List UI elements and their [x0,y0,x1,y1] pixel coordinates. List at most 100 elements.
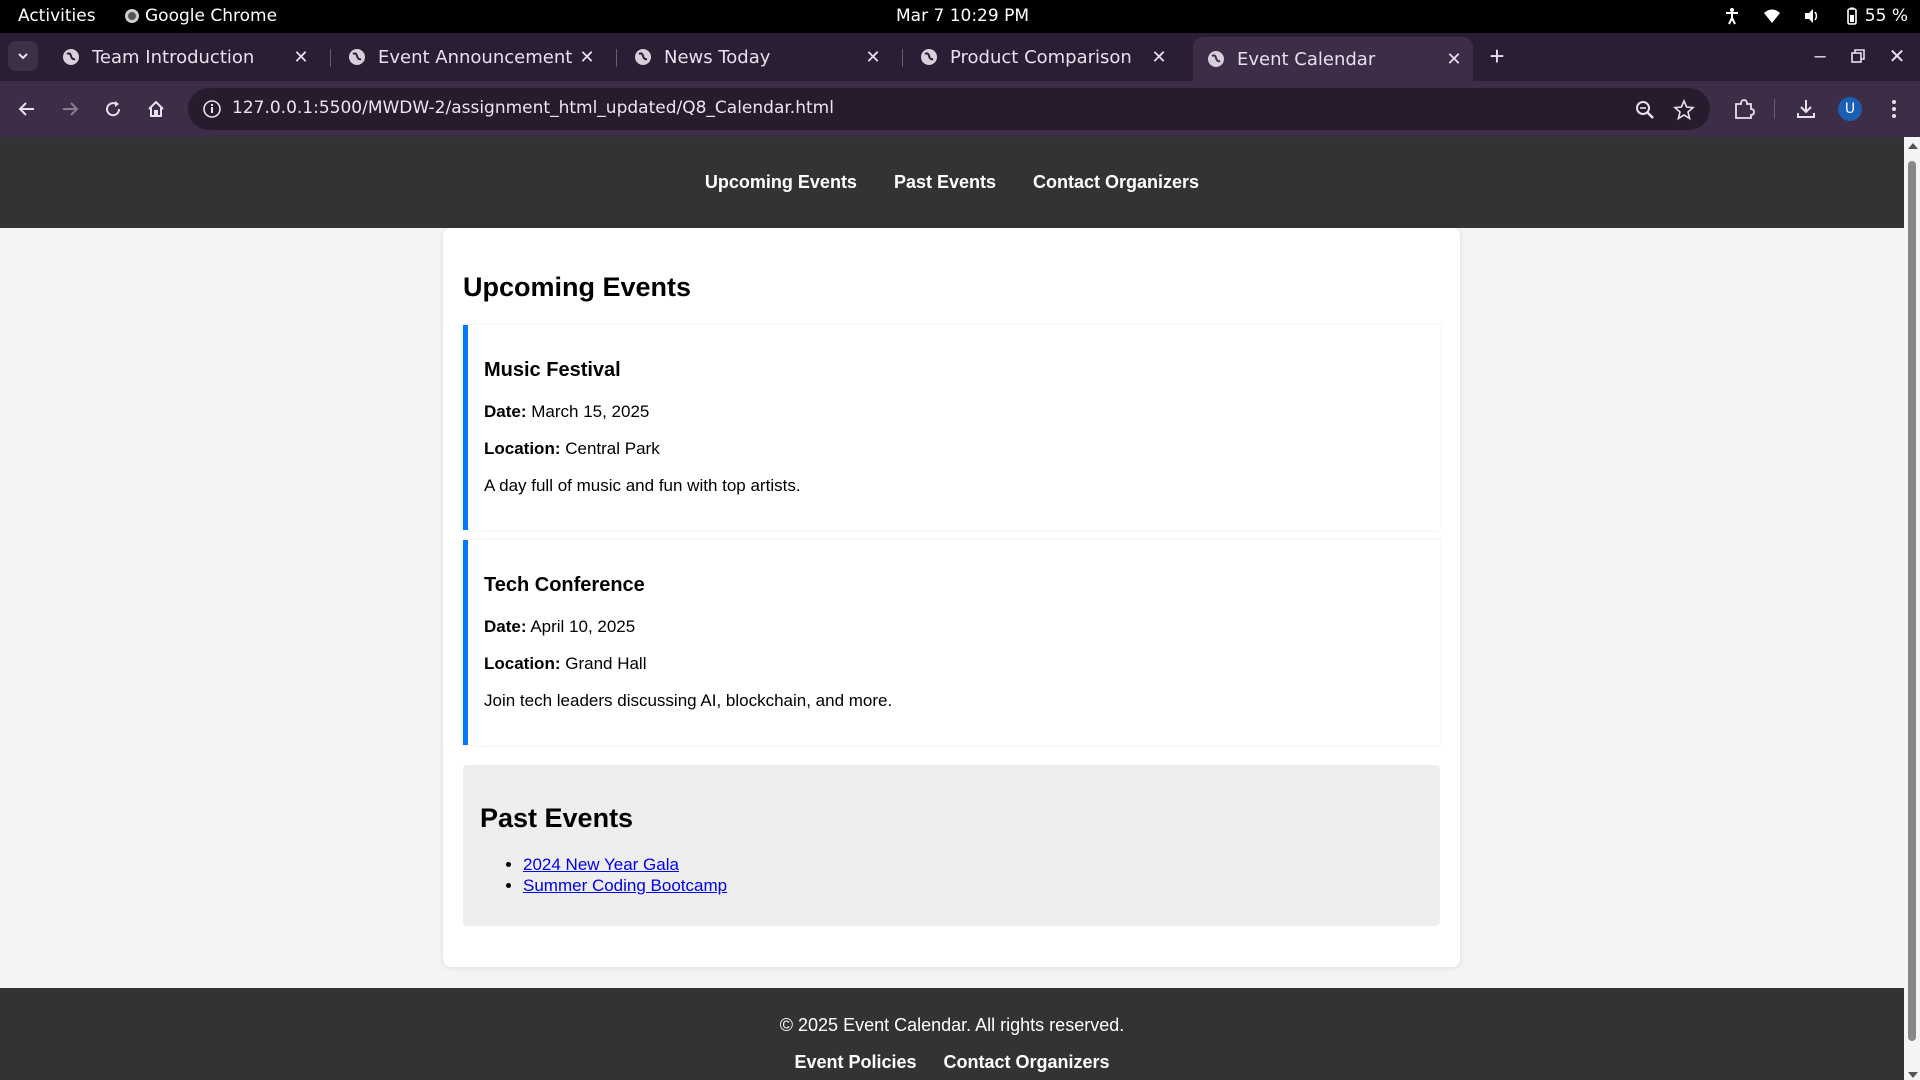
footer-link-event-policies[interactable]: Event Policies [794,1052,916,1073]
page-viewport: Upcoming Events Past Events Contact Orga… [0,137,1904,1080]
tab-event-announcement[interactable]: Event Announcement ✕ [334,37,606,77]
close-tab-icon[interactable]: ✕ [576,46,598,68]
date-label: Date: [484,402,527,421]
globe-icon [635,49,651,65]
event-card: Music Festival Date: March 15, 2025 Loca… [463,325,1440,530]
system-tray[interactable]: 55 % [1723,6,1908,26]
battery-icon [1846,7,1857,25]
reload-icon [106,101,121,117]
site-header-nav: Upcoming Events Past Events Contact Orga… [0,137,1904,228]
tab-label: News Today [664,46,771,68]
back-button[interactable] [12,94,42,124]
tab-team-introduction[interactable]: Team Introduction ✕ [48,37,320,77]
tab-event-calendar[interactable]: Event Calendar ✕ [1193,37,1473,81]
close-tab-icon[interactable]: ✕ [290,46,312,68]
past-event-link[interactable]: Summer Coding Bootcamp [523,876,727,895]
event-location: Location: Grand Hall [484,654,1424,674]
url-text[interactable]: 127.0.0.1:5500/MWDW-2/assignment_html_up… [232,98,834,118]
footer-links: Event Policies Contact Organizers [0,1052,1904,1073]
nav-link-past-events[interactable]: Past Events [894,172,996,193]
footer-link-contact-organizers[interactable]: Contact Organizers [944,1052,1110,1073]
system-top-bar: Activities Google Chrome Mar 7 10:29 PM … [0,0,1920,33]
scroll-up-arrow-icon[interactable] [1908,143,1918,149]
profile-avatar[interactable]: U [1838,97,1862,121]
volume-icon [1804,9,1818,23]
info-icon[interactable] [202,99,222,119]
wifi-icon [1763,9,1780,23]
tab-product-comparison[interactable]: Product Comparison ✕ [906,37,1178,77]
browser-toolbar: 127.0.0.1:5500/MWDW-2/assignment_html_up… [0,81,1920,137]
tab-label: Product Comparison [950,46,1132,68]
scroll-down-arrow-icon[interactable] [1908,1072,1918,1078]
tab-label: Event Announcement [378,46,573,68]
close-window-button[interactable]: ✕ [1884,43,1910,69]
globe-icon [349,49,365,65]
list-item: 2024 New Year Gala [523,854,1423,875]
chrome-menu-button[interactable] [1881,96,1907,122]
new-tab-button[interactable]: + [1482,41,1512,71]
downloads-button[interactable] [1793,96,1819,122]
tab-label: Team Introduction [92,46,255,68]
event-date: Date: March 15, 2025 [484,402,1424,422]
restore-icon [1851,49,1865,63]
tab-news-today[interactable]: News Today ✕ [620,37,892,77]
reload-button[interactable] [98,94,128,124]
date-label: Date: [484,617,527,636]
globe-icon [921,49,937,65]
download-icon [1797,100,1815,118]
minimize-button[interactable]: – [1807,43,1833,69]
event-location: Location: Central Park [484,439,1424,459]
extensions-button[interactable] [1731,96,1757,122]
clock[interactable]: Mar 7 10:29 PM [896,6,1029,26]
event-title: Music Festival [484,359,621,381]
tab-divider [902,49,903,67]
tab-search-button[interactable] [8,41,38,71]
page-scrollbar[interactable] [1904,137,1920,1080]
copyright-text: © 2025 Event Calendar. All rights reserv… [779,1015,1125,1035]
list-item: Summer Coding Bootcamp [523,875,1423,896]
close-tab-icon[interactable]: ✕ [1443,48,1465,70]
event-title: Tech Conference [484,574,645,596]
upcoming-events-heading: Upcoming Events [463,272,692,302]
nav-link-upcoming-events[interactable]: Upcoming Events [705,172,857,193]
address-bar[interactable]: 127.0.0.1:5500/MWDW-2/assignment_html_up… [188,88,1710,130]
location-label: Location: [484,654,561,673]
activities-button[interactable]: Activities [18,6,96,26]
tab-divider [616,49,617,67]
more-vert-icon [1892,100,1896,118]
globe-icon [63,49,79,65]
close-tab-icon[interactable]: ✕ [1148,46,1170,68]
tab-label: Event Calendar [1237,48,1376,70]
event-date: Date: April 10, 2025 [484,617,1424,637]
scrollbar-thumb[interactable] [1908,161,1916,1041]
past-events-heading: Past Events [480,803,634,833]
forward-button[interactable] [55,94,85,124]
close-tab-icon[interactable]: ✕ [862,46,884,68]
event-card: Tech Conference Date: April 10, 2025 Loc… [463,540,1440,745]
bookmark-star-icon[interactable] [1673,99,1695,121]
restore-button[interactable] [1845,43,1871,69]
date-value: March 15, 2025 [531,402,650,421]
main-container: Upcoming Events Music Festival Date: Mar… [443,228,1460,967]
battery-indicator: 55 % [1843,6,1908,26]
app-name: Google Chrome [145,6,278,26]
past-events-list: 2024 New Year Gala Summer Coding Bootcam… [523,854,1423,896]
app-menu[interactable]: Google Chrome [125,6,277,26]
arrow-right-icon [63,102,79,116]
accessibility-icon [1725,8,1738,25]
tab-strip: Team Introduction ✕ Event Announcement ✕… [0,33,1920,81]
globe-icon [1208,51,1224,67]
home-button[interactable] [141,94,171,124]
arrow-left-icon [18,102,34,116]
nav-link-contact-organizers[interactable]: Contact Organizers [1033,172,1199,193]
location-value: Grand Hall [565,654,647,673]
location-label: Location: [484,439,561,458]
site-footer: © 2025 Event Calendar. All rights reserv… [0,988,1904,1080]
puzzle-icon [1735,99,1755,119]
tab-divider [330,49,331,67]
zoom-icon[interactable] [1634,99,1656,121]
date-value: April 10, 2025 [530,617,636,636]
home-icon [148,100,164,117]
past-event-link[interactable]: 2024 New Year Gala [523,855,679,874]
chevron-down-icon [18,53,28,60]
